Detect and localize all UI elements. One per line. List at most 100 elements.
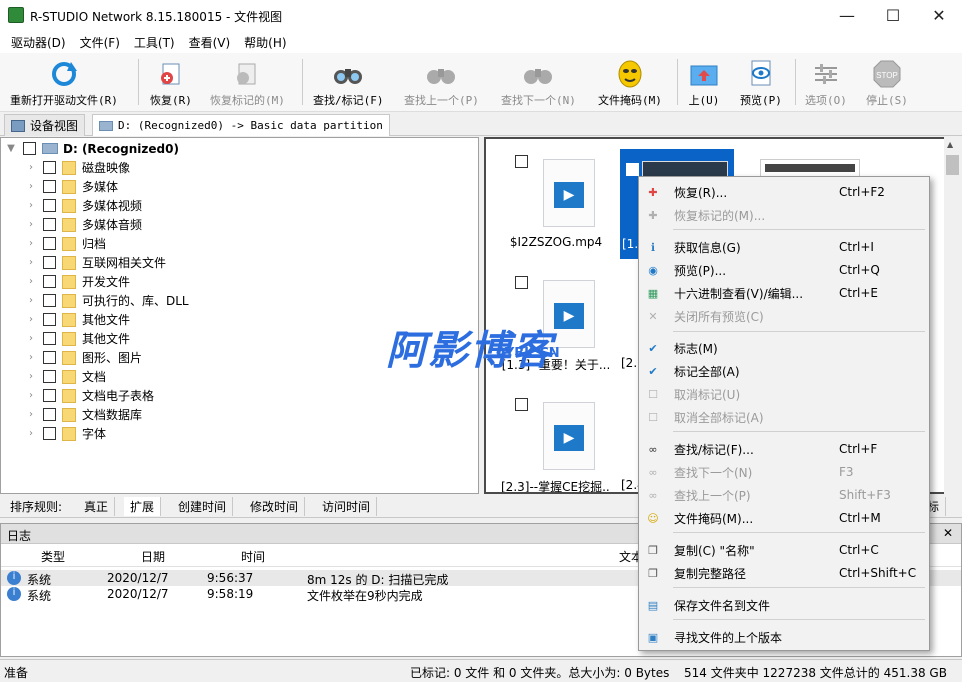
chevron-right-icon[interactable]: › — [25, 276, 37, 287]
stop-button[interactable]: STOP 停止(S) — [866, 59, 908, 109]
file-checkbox[interactable] — [515, 155, 528, 168]
tree-item[interactable]: › 开发文件 — [25, 272, 130, 291]
context-menu-item[interactable]: ✔ 标记全部(A) — [639, 360, 929, 382]
chevron-down-icon[interactable]: ▼ — [5, 143, 17, 154]
context-menu-item[interactable]: ∞ 查找上一个(P) Shift+F3 — [639, 484, 929, 506]
tree-checkbox[interactable] — [43, 332, 56, 345]
col-time[interactable]: 时间 — [241, 548, 265, 565]
up-button[interactable]: 上(U) — [688, 59, 720, 109]
tree-item[interactable]: › 磁盘映像 — [25, 158, 130, 177]
recover-marked-button[interactable]: 恢复标记的(M) — [210, 59, 285, 109]
recover-button[interactable]: 恢复(R) — [150, 59, 192, 109]
tree-item[interactable]: › 文档电子表格 — [25, 386, 154, 405]
file-checkbox[interactable] — [515, 276, 528, 289]
context-menu-item[interactable]: ▤ 保存文件名到文件 — [639, 594, 929, 616]
sort-extension[interactable]: 扩展 — [124, 497, 162, 516]
tree-checkbox[interactable] — [43, 389, 56, 402]
tree-checkbox[interactable] — [43, 313, 56, 326]
tree-checkbox[interactable] — [23, 142, 36, 155]
context-menu-item[interactable]: ✔ 标志(M) — [639, 337, 929, 359]
tree-item[interactable]: › 其他文件 — [25, 310, 130, 329]
tree-root[interactable]: ▼ D: (Recognized0) — [5, 139, 179, 158]
tree-item[interactable]: › 可执行的、库、DLL — [25, 291, 189, 310]
tab-device-view[interactable]: 设备视图 — [4, 114, 86, 136]
tab-partition-view[interactable]: D: (Recognized0) -> Basic data partition — [92, 114, 390, 136]
context-menu-item[interactable]: ∞ 查找/标记(F)... Ctrl+F — [639, 438, 929, 460]
menu-file[interactable]: 文件(F) — [73, 34, 127, 51]
tree-checkbox[interactable] — [43, 161, 56, 174]
chevron-right-icon[interactable]: › — [25, 409, 37, 420]
context-menu-item[interactable]: ℹ 获取信息(G) Ctrl+I — [639, 236, 929, 258]
file-item[interactable]: ▶ $I2ZSZOG.mp4 — [501, 141, 611, 251]
tree-checkbox[interactable] — [43, 408, 56, 421]
folder-tree[interactable]: ▼ D: (Recognized0) › 磁盘映像 › 多媒体 › 多媒体视频 › 多媒体音频… — [0, 137, 479, 494]
file-item[interactable]: ▶ [2.3]--掌握CE挖掘... — [501, 384, 611, 492]
minimize-button[interactable]: — — [824, 0, 870, 31]
menu-tools[interactable]: 工具(T) — [127, 34, 182, 51]
chevron-right-icon[interactable]: › — [25, 314, 37, 325]
context-menu-item[interactable]: ∞ 查找下一个(N) F3 — [639, 461, 929, 483]
tree-checkbox[interactable] — [43, 199, 56, 212]
tree-checkbox[interactable] — [43, 351, 56, 364]
vertical-scrollbar[interactable]: ▲ — [944, 137, 961, 494]
col-date[interactable]: 日期 — [141, 548, 165, 565]
tree-item[interactable]: › 多媒体音频 — [25, 215, 142, 234]
tree-checkbox[interactable] — [43, 256, 56, 269]
log-close-button[interactable]: ✕ — [943, 526, 953, 540]
reopen-drive-button[interactable]: 重新打开驱动文件(R) — [10, 59, 118, 109]
tree-checkbox[interactable] — [43, 370, 56, 383]
menu-help[interactable]: 帮助(H) — [237, 34, 293, 51]
context-menu-item[interactable]: ▣ 寻找文件的上个版本 — [639, 626, 929, 648]
tree-item[interactable]: › 其他文件 — [25, 329, 130, 348]
file-checkbox[interactable] — [515, 398, 528, 411]
scrollbar-thumb[interactable] — [946, 155, 959, 175]
sort-accessed[interactable]: 访问时间 — [316, 497, 378, 516]
tree-item[interactable]: › 互联网相关文件 — [25, 253, 166, 272]
context-menu-item[interactable]: ✚ 恢复标记的(M)... — [639, 204, 929, 226]
tree-checkbox[interactable] — [43, 237, 56, 250]
sort-modified[interactable]: 修改时间 — [244, 497, 306, 516]
tree-checkbox[interactable] — [43, 218, 56, 231]
tree-item[interactable]: › 多媒体 — [25, 177, 118, 196]
chevron-right-icon[interactable]: › — [25, 295, 37, 306]
context-menu-item[interactable]: ☐ 取消标记(U) — [639, 383, 929, 405]
context-menu-item[interactable]: ✚ 恢复(R)... Ctrl+F2 — [639, 181, 929, 203]
tree-item[interactable]: › 文档 — [25, 367, 106, 386]
chevron-right-icon[interactable]: › — [25, 390, 37, 401]
chevron-right-icon[interactable]: › — [25, 181, 37, 192]
scroll-up-icon[interactable]: ▲ — [947, 140, 953, 149]
chevron-right-icon[interactable]: › — [25, 162, 37, 173]
menu-drive[interactable]: 驱动器(D) — [4, 34, 73, 51]
tree-item[interactable]: › 多媒体视频 — [25, 196, 142, 215]
tree-item[interactable]: › 字体 — [25, 424, 106, 443]
options-button[interactable]: 选项(O) — [805, 59, 847, 109]
chevron-right-icon[interactable]: › — [25, 371, 37, 382]
context-menu-item[interactable]: ✕ 关闭所有预览(C) — [639, 305, 929, 327]
chevron-right-icon[interactable]: › — [25, 238, 37, 249]
find-next-button[interactable]: 查找下一个(N) — [501, 59, 576, 109]
tree-item[interactable]: › 归档 — [25, 234, 106, 253]
tree-checkbox[interactable] — [43, 180, 56, 193]
chevron-right-icon[interactable]: › — [25, 333, 37, 344]
chevron-right-icon[interactable]: › — [25, 200, 37, 211]
find-mark-button[interactable]: 查找/标记(F) — [313, 59, 384, 109]
file-mask-button[interactable]: 文件掩码(M) — [598, 59, 662, 109]
menu-view[interactable]: 查看(V) — [182, 34, 238, 51]
maximize-button[interactable]: ☐ — [870, 0, 916, 31]
sort-created[interactable]: 创建时间 — [172, 497, 234, 516]
preview-button[interactable]: 预览(P) — [740, 59, 782, 109]
find-previous-button[interactable]: 查找上一个(P) — [404, 59, 479, 109]
context-menu-item[interactable]: ☺ 文件掩码(M)... Ctrl+M — [639, 507, 929, 529]
chevron-right-icon[interactable]: › — [25, 219, 37, 230]
context-menu-item[interactable]: ▦ 十六进制查看(V)/编辑... Ctrl+E — [639, 282, 929, 304]
col-type[interactable]: 类型 — [41, 548, 65, 565]
tree-item[interactable]: › 图形、图片 — [25, 348, 142, 367]
context-menu-item[interactable]: ❐ 复制完整路径 Ctrl+Shift+C — [639, 562, 929, 584]
tree-item[interactable]: › 文档数据库 — [25, 405, 142, 424]
chevron-right-icon[interactable]: › — [25, 352, 37, 363]
context-menu-item[interactable]: ☐ 取消全部标记(A) — [639, 406, 929, 428]
chevron-right-icon[interactable]: › — [25, 257, 37, 268]
sort-true[interactable]: 真正 — [78, 497, 116, 516]
context-menu-item[interactable]: ◉ 预览(P)... Ctrl+Q — [639, 259, 929, 281]
close-button[interactable]: ✕ — [916, 0, 962, 31]
